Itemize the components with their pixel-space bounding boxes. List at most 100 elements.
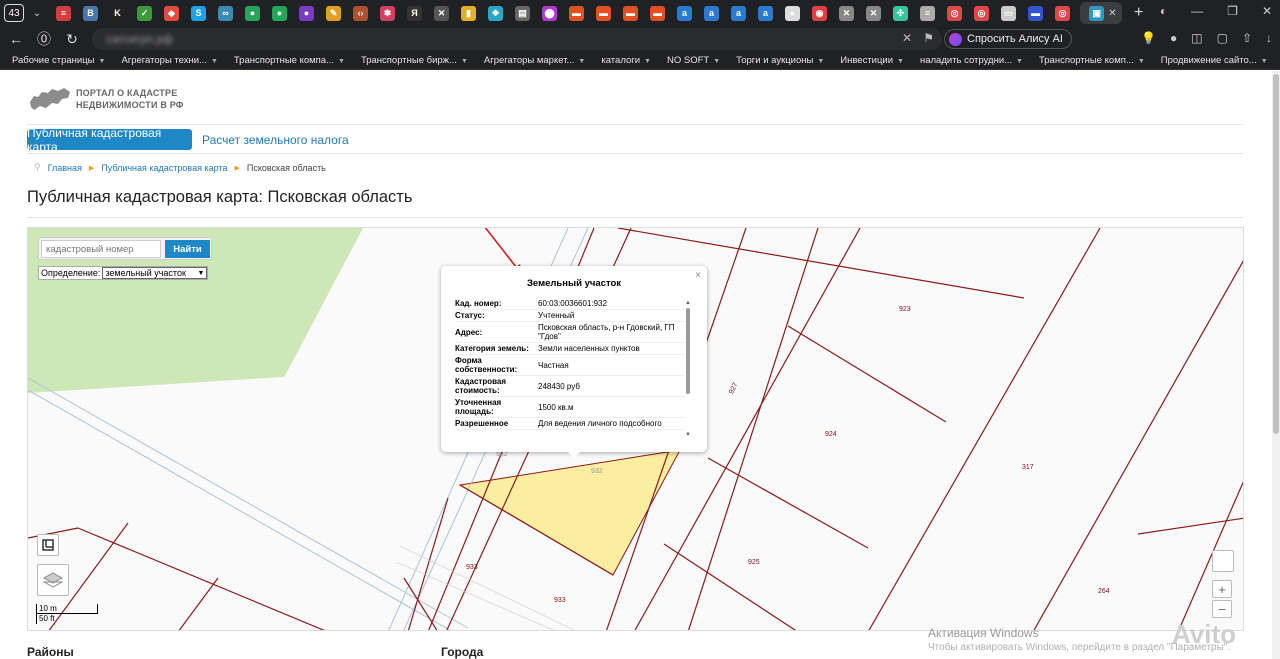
bookmark-icon[interactable]: ⚑ [923, 31, 934, 45]
map-pin-icon[interactable]: ◉ [812, 5, 827, 21]
property-key: Форма собственности: [455, 356, 518, 374]
bookmark-folder[interactable]: Инвестиции ▼ [840, 55, 904, 66]
map-tool-button[interactable] [1212, 550, 1234, 572]
cross-icon[interactable]: ✕ [434, 5, 449, 21]
bookmark-folder[interactable]: Продвижение сайто... ▼ [1161, 55, 1268, 66]
bookmark-folder[interactable]: каталоги ▼ [601, 55, 651, 66]
clear-address-icon[interactable]: ✕ [902, 31, 912, 45]
bookmark-folder[interactable]: NO SOFT ▼ [667, 55, 720, 66]
zoom-in-button[interactable]: + [1212, 580, 1232, 598]
definition-select[interactable]: земельный участок ▼ [102, 267, 208, 279]
leaf-icon[interactable]: ● [245, 5, 260, 21]
code-icon[interactable]: ‹› [353, 5, 368, 21]
cloud-icon[interactable]: ∞ [218, 5, 233, 21]
avito-icon[interactable]: ◎ [974, 5, 989, 21]
share-icon[interactable]: ⇧ [1242, 31, 1252, 45]
slides-icon[interactable]: ▭ [1001, 5, 1016, 21]
yandex-home-icon[interactable]: ⓪ [30, 29, 58, 49]
close-tab-icon[interactable]: ✕ [1108, 8, 1116, 19]
breadcrumb-home[interactable]: Главная [48, 163, 82, 173]
bookmark-folder[interactable]: Рабочие страницы ▼ [12, 55, 105, 66]
close-window-icon[interactable]: ✕ [1262, 4, 1272, 18]
breadcrumb-map[interactable]: Публичная кадастровая карта [101, 163, 227, 173]
bookmark-folder[interactable]: Транспортные бирж... ▼ [361, 55, 468, 66]
kinopoisk-icon[interactable]: K [110, 5, 125, 21]
github-icon[interactable]: ● [785, 5, 800, 21]
mail-icon[interactable]: ▬ [596, 5, 611, 21]
bookmark-folder[interactable]: Транспортные комп... ▼ [1039, 55, 1145, 66]
fullscreen-button[interactable] [37, 534, 59, 556]
screenshot-icon[interactable]: ◫ [1191, 31, 1202, 45]
site-logo[interactable]: ПОРТАЛ О КАДАСТРЕ НЕДВИЖИМОСТИ В РФ [28, 86, 184, 112]
lines-icon[interactable]: ≡ [920, 5, 935, 21]
mail-icon[interactable]: ▬ [569, 5, 584, 21]
rocket-icon[interactable]: ◆ [164, 5, 179, 21]
property-key: Статус: [455, 311, 485, 320]
mail-icon[interactable]: ▬ [650, 5, 665, 21]
pencil-icon[interactable]: ✎ [326, 5, 341, 21]
cross-icon[interactable]: ✕ [866, 5, 881, 21]
new-tab-button[interactable]: + [1134, 4, 1143, 22]
doc-icon[interactable]: ▤ [515, 5, 530, 21]
letter-a-icon[interactable]: a [704, 5, 719, 21]
find-button[interactable]: Найти [165, 240, 210, 258]
gear-icon[interactable]: ✱ [380, 5, 395, 21]
mail-icon[interactable]: ▬ [623, 5, 638, 21]
search-panel: Найти [38, 237, 212, 260]
active-tab[interactable]: ▣ ✕ [1080, 2, 1122, 24]
flag-icon[interactable]: ▬ [1028, 5, 1043, 21]
avito-icon[interactable]: ◎ [947, 5, 962, 21]
whatsapp-icon[interactable]: ● [272, 5, 287, 21]
tab-list-chevron-icon[interactable]: ⌄ [28, 8, 46, 19]
cadastral-number-input[interactable] [41, 240, 161, 258]
scroll-down-icon[interactable]: ▼ [685, 432, 691, 438]
avito-watermark: Avito [1172, 619, 1237, 649]
circle-icon[interactable]: ● [299, 5, 314, 21]
lamp-icon[interactable]: 💡 [1141, 31, 1156, 45]
plot-label: 317 [1022, 464, 1034, 471]
tab-land-tax[interactable]: Расчет земельного налога [202, 129, 349, 150]
minimize-icon[interactable]: — [1191, 4, 1203, 18]
ask-alice-button[interactable]: Спросить Алису AI [944, 29, 1072, 49]
skype-icon[interactable]: S [191, 5, 206, 21]
bookmark-folder[interactable]: Агрегаторы техни... ▼ [121, 55, 217, 66]
check-icon[interactable]: ✓ [137, 5, 152, 21]
logo-line-2: НЕДВИЖИМОСТИ В РФ [76, 100, 184, 110]
reload-icon[interactable]: ↻ [58, 31, 86, 48]
tab-counter[interactable]: 43 [4, 4, 24, 22]
restore-icon[interactable]: ❐ [1227, 4, 1238, 18]
profile-icon[interactable]: ◐ [1160, 4, 1167, 18]
cross-icon[interactable]: ✕ [839, 5, 854, 21]
page-scrollbar-thumb[interactable] [1273, 74, 1279, 434]
downloads-icon[interactable]: ▢ [1217, 31, 1228, 45]
news-icon[interactable]: ≡ [56, 5, 71, 21]
download-arrow-icon[interactable]: ↓ [1266, 31, 1272, 45]
scroll-up-icon[interactable]: ▲ [685, 300, 691, 306]
letter-a-icon[interactable]: a [731, 5, 746, 21]
bookmark-folder[interactable]: Торги и аукционы ▼ [736, 55, 824, 66]
letter-a-icon[interactable]: a [758, 5, 773, 21]
pin-icon[interactable]: ⬤ [542, 5, 557, 21]
bookmark-folder[interactable]: Агрегаторы маркет... ▼ [484, 55, 585, 66]
layers-button[interactable] [37, 564, 69, 596]
close-icon[interactable]: × [695, 270, 701, 281]
scrollbar-thumb[interactable] [686, 308, 690, 394]
bookmark-folder[interactable]: Транспортные компа... ▼ [234, 55, 345, 66]
address-input[interactable]: сагсигрп.рф ✕ ⚑ [92, 28, 942, 50]
zoom-out-button[interactable]: − [1212, 600, 1232, 618]
puzzle-icon[interactable]: ❖ [488, 5, 503, 21]
yandex-icon[interactable]: Я [407, 5, 422, 21]
cadastral-map[interactable]: 923 927 924 317 932 932 933 933 925 264 … [27, 227, 1244, 631]
letter-a-icon[interactable]: a [677, 5, 692, 21]
back-icon[interactable]: ← [2, 31, 30, 47]
slack-icon[interactable]: ✣ [893, 5, 908, 21]
property-row: Уточненная площадь: 1500 кв.м [455, 397, 685, 418]
extension-icon[interactable]: ● [1170, 31, 1177, 45]
tab-public-cadastral-map[interactable]: Публичная кадастровая карта [27, 126, 192, 154]
popup-scrollbar[interactable]: ▲ ▼ [685, 300, 691, 440]
vk-icon[interactable]: В [83, 5, 98, 21]
avito-icon[interactable]: ◎ [1055, 5, 1070, 21]
bookmark-folder[interactable]: наладить сотрудни... ▼ [920, 55, 1023, 66]
page-scrollbar[interactable] [1272, 70, 1280, 659]
book-icon[interactable]: ▮ [461, 5, 476, 21]
